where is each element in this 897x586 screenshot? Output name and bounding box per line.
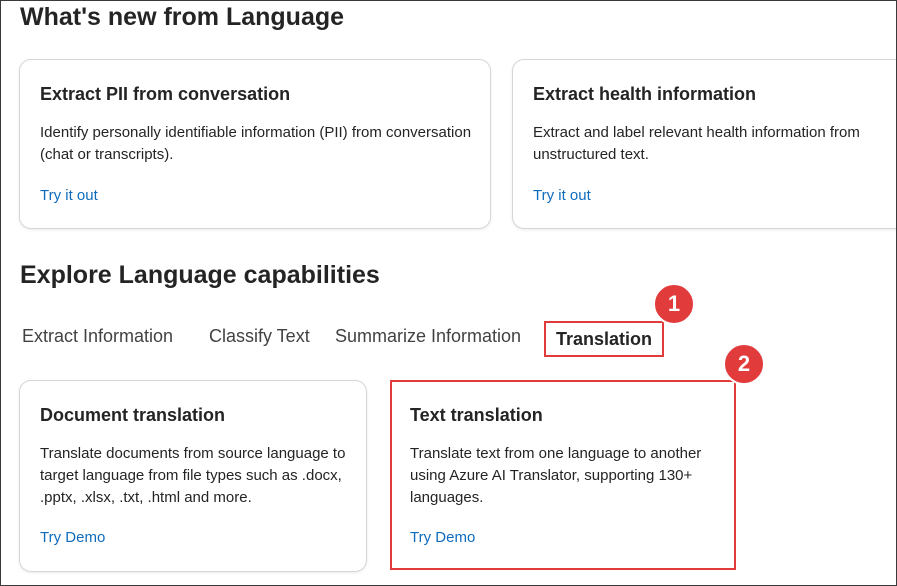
- try-demo-link[interactable]: Try Demo: [410, 529, 475, 546]
- extract-health-card: Extract health information Extract and l…: [512, 59, 897, 229]
- tab-translation[interactable]: Translation: [544, 321, 664, 357]
- step-2-badge: 2: [723, 343, 765, 385]
- card-description: Identify personally identifiable informa…: [40, 124, 472, 163]
- card-title: Document translation: [40, 405, 226, 425]
- document-translation-card: Document translation Translate documents…: [19, 380, 367, 572]
- text-translation-card: Text translation Translate text from one…: [390, 380, 736, 570]
- capability-tabs: Extract Information Classify Text Summar…: [0, 318, 897, 358]
- tab-summarize-information[interactable]: Summarize Information: [335, 326, 521, 347]
- card-title: Text translation: [410, 405, 543, 425]
- card-description: Extract and label relevant health inform…: [533, 124, 860, 163]
- card-description: Translate documents from source language…: [40, 445, 346, 506]
- try-it-out-link[interactable]: Try it out: [533, 187, 591, 204]
- step-1-badge: 1: [653, 283, 695, 325]
- whats-new-heading: What's new from Language: [20, 3, 345, 31]
- card-title: Extract health information: [533, 84, 757, 104]
- explore-heading: Explore Language capabilities: [20, 261, 380, 289]
- tab-extract-information[interactable]: Extract Information: [22, 326, 173, 347]
- try-demo-link[interactable]: Try Demo: [40, 529, 105, 546]
- extract-pii-card: Extract PII from conversation Identify p…: [19, 59, 491, 229]
- try-it-out-link[interactable]: Try it out: [40, 187, 98, 204]
- card-description: Translate text from one language to anot…: [410, 445, 702, 506]
- card-title: Extract PII from conversation: [40, 84, 291, 104]
- tab-classify-text[interactable]: Classify Text: [209, 326, 310, 347]
